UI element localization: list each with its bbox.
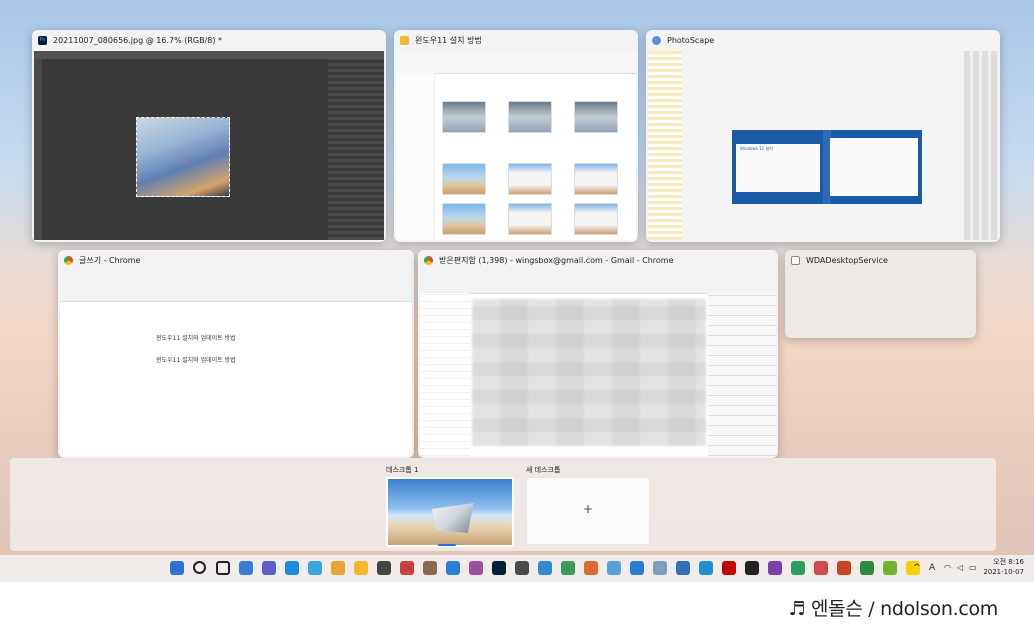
task-view-icon[interactable] (216, 561, 230, 575)
photos-icon[interactable] (308, 561, 322, 575)
filezilla-icon[interactable] (722, 561, 736, 575)
chrome-icon (424, 255, 433, 265)
plus-icon: + (582, 502, 594, 516)
window-photoscape[interactable]: PhotoScape Windows 11 설치 (646, 30, 1000, 242)
app-icon[interactable] (584, 561, 598, 575)
watermark: ♬ 엔돌슨 / ndolson.com (788, 598, 999, 620)
ime-indicator[interactable]: A (929, 563, 935, 573)
clock-time: 오전 8:16 (993, 558, 1024, 566)
clock-date: 2021-10-07 (983, 568, 1024, 576)
window-title: 윈도우11 설치 방법 (415, 35, 482, 45)
app-icon[interactable] (446, 561, 460, 575)
photoscape-icon (652, 35, 661, 45)
app-icon[interactable] (515, 561, 529, 575)
window-icon (791, 255, 800, 265)
window-file-explorer[interactable]: 윈도우11 설치 방법 (394, 30, 638, 242)
window-preview: 윈도우11 설치와 업데이트 방법 윈도우11 설치와 업데이트 방법 (60, 271, 412, 456)
app-icon[interactable] (791, 561, 805, 575)
app-icon[interactable] (400, 561, 414, 575)
app-icon[interactable] (538, 561, 552, 575)
new-desktop-button[interactable]: + (526, 477, 650, 545)
window-title: 받은편지함 (1,398) - wingsbox@gmail.com - Gma… (439, 255, 674, 265)
photoshop-icon[interactable] (492, 561, 506, 575)
powerpoint-icon[interactable] (837, 561, 851, 575)
app-icon[interactable] (699, 561, 713, 575)
window-preview (420, 271, 776, 456)
preview-image: Windows 11 설치 (732, 130, 922, 204)
teams-chat-icon[interactable] (262, 561, 276, 575)
window-titlebar: WDADesktopService (785, 250, 976, 270)
app-icon[interactable] (423, 561, 437, 575)
chrome-icon (64, 255, 73, 265)
task-view-screen: Ps 20211007_080656.jpg @ 16.7% (RGB/8) *… (0, 0, 1034, 582)
app-icon[interactable] (561, 561, 575, 575)
battery-icon[interactable]: ▭ (969, 563, 977, 572)
new-desktop-label: 새 데스크톱 (526, 466, 561, 474)
window-preview: Windows 11 설치 (648, 51, 998, 240)
app-icon[interactable] (860, 561, 874, 575)
canvas-image (136, 117, 230, 197)
clock[interactable]: 오전 8:16 2021-10-07 (983, 557, 1024, 577)
doc-body: 윈도우11 설치와 업데이트 방법 (156, 357, 236, 364)
edge-icon[interactable] (285, 561, 299, 575)
window-chrome-docs[interactable]: 글쓰기 - Chrome 윈도우11 설치와 업데이트 방법 윈도우11 설치와… (58, 250, 414, 458)
app-icon[interactable] (469, 561, 483, 575)
window-preview (34, 51, 384, 240)
app-icon[interactable] (814, 561, 828, 575)
file-explorer-icon[interactable] (354, 561, 368, 575)
window-titlebar: Ps 20211007_080656.jpg @ 16.7% (RGB/8) * (32, 30, 386, 50)
desktop-1-label: 데스크톱 1 (386, 466, 419, 474)
doc-heading: 윈도우11 설치와 업데이트 방법 (156, 335, 236, 342)
search-icon[interactable] (193, 561, 206, 574)
dialog-title: Windows 11 설치 (740, 146, 773, 151)
app-icon[interactable] (745, 561, 759, 575)
window-chrome-gmail[interactable]: 받은편지함 (1,398) - wingsbox@gmail.com - Gma… (418, 250, 778, 458)
window-wdadesktopservice[interactable]: WDADesktopService (785, 250, 976, 338)
taskbar: ^ A ◠ ◁ ▭ 오전 8:16 2021-10-07 (0, 555, 1034, 582)
window-titlebar: 받은편지함 (1,398) - wingsbox@gmail.com - Gma… (418, 250, 778, 270)
app-icon[interactable] (676, 561, 690, 575)
wifi-icon[interactable]: ◠ (944, 563, 951, 572)
window-photoshop[interactable]: Ps 20211007_080656.jpg @ 16.7% (RGB/8) * (32, 30, 386, 242)
photoshop-icon: Ps (38, 35, 47, 45)
window-title: 20211007_080656.jpg @ 16.7% (RGB/8) * (53, 35, 223, 45)
app-icon[interactable] (883, 561, 897, 575)
chrome-icon[interactable] (331, 561, 345, 575)
window-titlebar: PhotoScape (646, 30, 1000, 50)
window-title: PhotoScape (667, 35, 715, 45)
virtual-desktops-strip: 데스크톱 1 새 데스크톱 + (10, 458, 996, 551)
windows-start-icon[interactable] (170, 561, 184, 575)
app-icon[interactable] (630, 561, 644, 575)
tray-overflow-chevron[interactable]: ^ (913, 563, 921, 573)
window-titlebar: 윈도우11 설치 방법 (394, 30, 638, 50)
app-icon[interactable] (653, 561, 667, 575)
store-icon[interactable] (377, 561, 391, 575)
folder-icon (400, 35, 409, 45)
window-titlebar: 글쓰기 - Chrome (58, 250, 414, 270)
app-icon[interactable] (768, 561, 782, 575)
volume-icon[interactable]: ◁ (957, 563, 963, 572)
app-icon[interactable] (607, 561, 621, 575)
desktop-1-thumbnail[interactable] (386, 477, 514, 547)
window-title: WDADesktopService (806, 255, 888, 265)
window-title: 글쓰기 - Chrome (79, 255, 141, 265)
window-preview (396, 51, 636, 240)
active-desktop-indicator (438, 544, 456, 546)
widgets-icon[interactable] (239, 561, 253, 575)
